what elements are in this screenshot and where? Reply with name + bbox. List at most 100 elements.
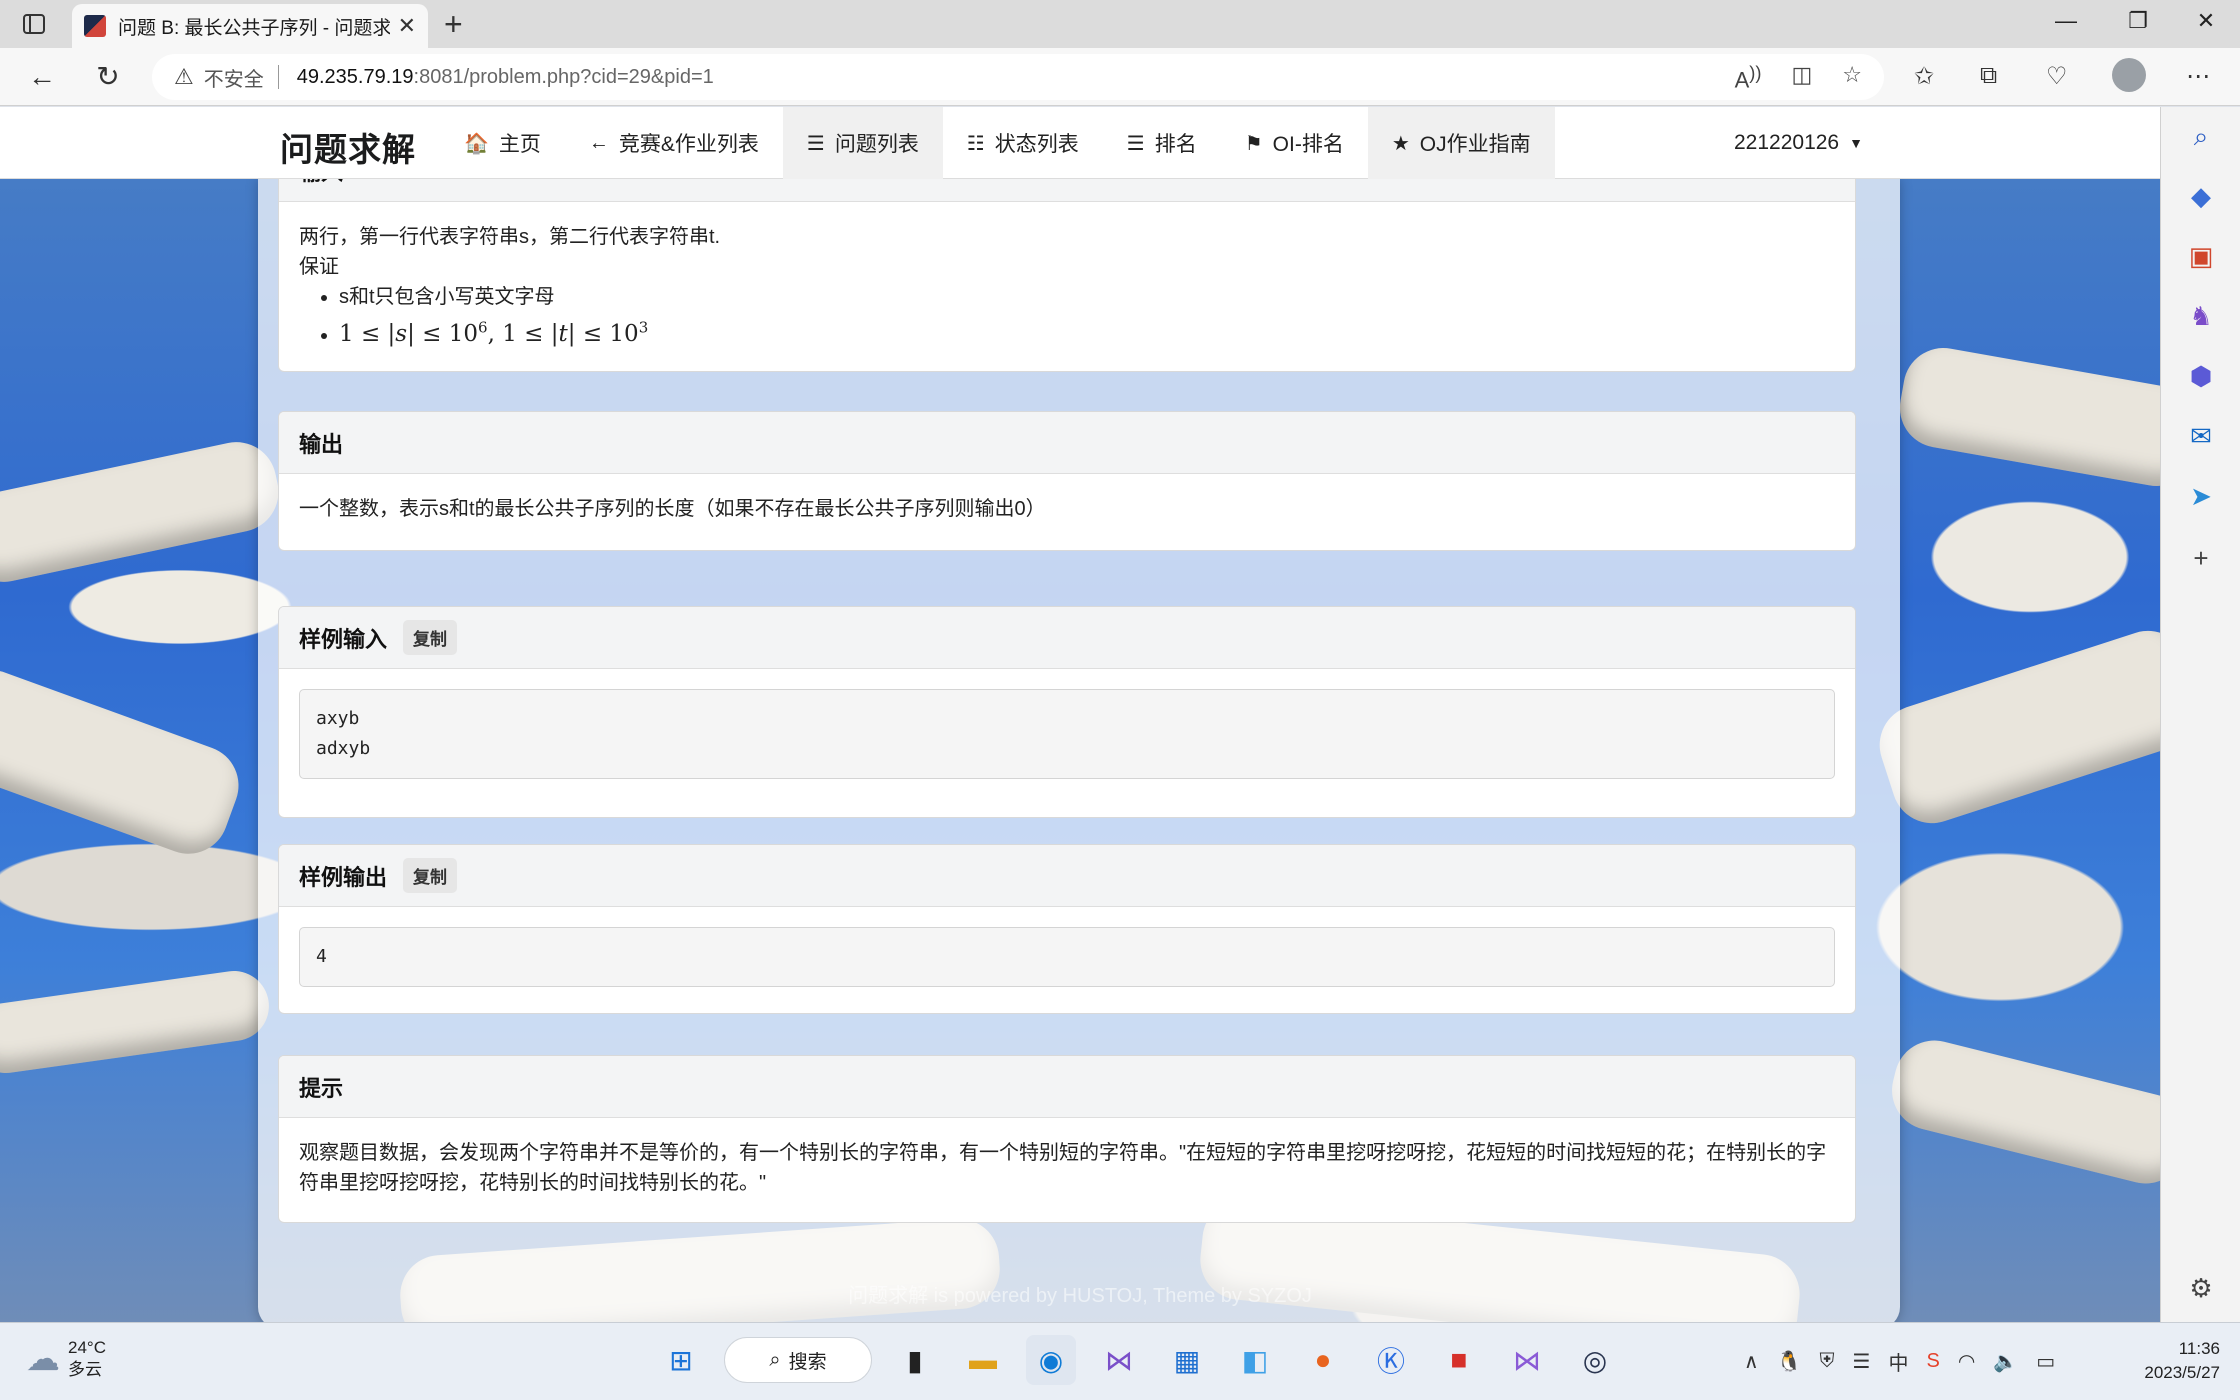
math-formula: 1 ≤ |s| ≤ 106, 1 ≤ |t| ≤ 103 [339,318,649,347]
nav-item-ranking[interactable]: ☰ 排名 [1103,107,1221,179]
section-body: 一个整数，表示s和t的最长公共子序列的长度（如果不存在最长公共子序列则输出0） [299,498,1046,520]
background-branch [1883,1032,2160,1192]
cloudy-weather-icon: ☁ [26,1340,60,1378]
weather-temperature: 24°C [68,1338,106,1357]
search-icon[interactable]: ⌕ [2161,121,2240,153]
arrow-left-icon: ← [588,131,609,154]
clock-time: 11:36 [2178,1339,2220,1358]
system-clock[interactable]: 11:36 2023/5/27 [2124,1337,2220,1385]
split-screen-icon[interactable]: ◫ [1791,62,1812,93]
nav-item-status[interactable]: ☷ 状态列表 [943,107,1103,179]
read-aloud-icon[interactable]: A)) [1735,62,1762,93]
section-body: 观察题目数据，会发现两个字符串并不是等价的，有一个特别长的字符串，有一个特别短的… [299,1142,1827,1194]
background-branch [1893,341,2160,493]
steam-icon[interactable]: ◎ [1570,1335,1620,1385]
nav-label: 问题列表 [834,133,919,156]
constraint-item: s和t只包含小写英文字母 [339,282,1835,312]
profile-avatar[interactable] [2112,58,2146,92]
refresh-icon[interactable]: ↻ [88,58,128,96]
page-viewport: 输入 两行，第一行代表字符串s，第二行代表字符串t. 保证 s和t只包含小写英文… [0,107,2160,1322]
browser-tab-active[interactable]: 问题 B: 最长公共子序列 - 问题求解 ✕ [72,4,428,48]
site-brand[interactable]: 问题求解 [280,123,416,171]
tab-actions-icon[interactable] [18,10,50,38]
add-favorite-icon[interactable]: ☆ [1842,62,1862,93]
taskbar-search[interactable]: ⌕ 搜索 [724,1337,872,1383]
section-body: axyb adxyb [279,669,1855,799]
nav-item-guide[interactable]: ★ OJ作业指南 [1367,107,1555,179]
section-header: 输出 [279,412,1855,474]
copy-sample-output-button[interactable]: 复制 [403,858,458,893]
search-icon: ⌕ [769,1348,781,1371]
tools-briefcase-icon[interactable]: ▣ [2161,241,2240,272]
show-hidden-icons[interactable]: ∧ [1744,1349,1759,1374]
page-footer: 问题求解 is powered by HUSTOJ, Theme by SYZO… [848,1285,1312,1307]
sogou-icon[interactable]: S [1926,1350,1939,1373]
more-menu-icon[interactable]: ⋯ [2186,62,2210,91]
section-title: 输出 [299,431,344,457]
section-header: 提示 [279,1056,1855,1118]
user-dropdown[interactable]: 221220126 ▼ [1734,107,1863,179]
restore-icon[interactable]: ❐ [2118,8,2158,34]
nav-menu: 🏠 主页 ← 竞赛&作业列表 ☰ 问题列表 ☷ 状态列表 ☰ 排名 ⚑ OI-排名 ★ OJ作… [440,107,1555,179]
home-icon: 🏠 [464,132,489,155]
close-window-icon[interactable]: ✕ [2186,8,2226,34]
nav-item-problems[interactable]: ☰ 问题列表 [782,107,943,179]
microsoft-store-icon[interactable]: ▦ [1162,1335,1212,1385]
section-title: 样例输出 [299,864,388,890]
security-shield-icon[interactable]: ⛨ [1820,1350,1835,1373]
section-body: 两行，第一行代表字符串s，第二行代表字符串t. 保证 s和t只包含小写英文字母 … [279,202,1855,370]
section-header: 样例输出 复制 [279,845,1855,907]
visual-studio-icon[interactable]: ⋈ [1094,1335,1144,1385]
k-app-icon[interactable]: Ⓚ [1366,1335,1416,1385]
sample-output-code: 4 [299,927,1835,987]
task-view-icon[interactable]: ▮ [890,1335,940,1385]
constraint-item-math: 1 ≤ |s| ≤ 106, 1 ≤ |t| ≤ 103 [339,312,1835,350]
office-icon[interactable]: ⬢ [2161,361,2240,392]
file-explorer-icon[interactable]: ▬ [958,1335,1008,1385]
nav-item-oi-ranking[interactable]: ⚑ OI-排名 [1221,107,1368,179]
games-icon[interactable]: ♞ [2161,301,2240,332]
trophy-icon: ⚑ [1244,132,1263,155]
visual-studio-2-icon[interactable]: ⋈ [1502,1335,1552,1385]
battery-icon[interactable]: ▭ [2036,1349,2055,1374]
qq-icon[interactable]: 🐧 [1777,1349,1802,1374]
nav-item-contests[interactable]: ← 竞赛&作业列表 [565,107,783,179]
nav-label: 排名 [1154,133,1197,156]
section-body: 4 [279,907,1855,1007]
close-tab-icon[interactable]: ✕ [398,13,416,39]
copy-sample-input-button[interactable]: 复制 [403,620,458,655]
warning-icon: ⚠ [174,64,194,89]
ime-indicator[interactable]: 中 [1888,1347,1908,1376]
sidebar-settings-icon[interactable]: ⚙ [2161,1273,2240,1304]
sample-input-section: 样例输入 复制 axyb adxyb [278,606,1856,818]
collections-icon[interactable]: ⧉ [1980,62,1997,90]
back-icon[interactable]: ← [22,58,62,96]
browser-essentials-icon[interactable]: ♡ [2046,62,2068,91]
favorites-icon[interactable]: ✩ [1914,62,1934,91]
start-icon[interactable]: ⊞ [656,1335,706,1385]
youdao-icon[interactable]: ■ [1434,1335,1484,1385]
list-icon: ☰ [806,132,825,155]
add-sidebar-app-icon[interactable]: + [2161,543,2240,574]
browser-tab-strip: 问题 B: 最长公共子序列 - 问题求解 ✕ + — ❐ ✕ [0,0,2240,48]
security-label: 不安全 [203,68,264,91]
system-tray: ∧ 🐧 ⛨ ☰ 中 S ◠ 🔈 ▭ [1744,1347,2055,1376]
blue-app-icon[interactable]: ◧ [1230,1335,1280,1385]
wifi-icon[interactable]: ◠ [1958,1349,1975,1374]
section-title: 提示 [299,1075,344,1101]
address-bar[interactable]: ⚠ 不安全 49.235.79.19:8081/problem.php?cid=… [152,54,1884,100]
nav-item-home[interactable]: 🏠 主页 [440,107,565,179]
hint-section: 提示 观察题目数据，会发现两个字符串并不是等价的，有一个特别长的字符串，有一个特… [278,1055,1856,1223]
main-content: 输入 两行，第一行代表字符串s，第二行代表字符串t. 保证 s和t只包含小写英文… [258,139,1900,1322]
firefox-icon[interactable]: ● [1298,1335,1348,1385]
weather-widget[interactable]: ☁ 24°C 多云 [26,1337,106,1381]
minimize-icon[interactable]: — [2046,8,2086,34]
nav-label: 状态列表 [994,133,1079,156]
send-icon[interactable]: ➤ [2161,481,2240,512]
volume-icon[interactable]: 🔈 [1993,1349,2018,1374]
shopping-tag-icon[interactable]: ◆ [2161,181,2240,212]
notes-icon[interactable]: ☰ [1853,1349,1871,1374]
edge-browser-icon[interactable]: ◉ [1026,1335,1076,1385]
new-tab-icon[interactable]: + [444,6,463,42]
outlook-icon[interactable]: ✉ [2161,421,2240,452]
